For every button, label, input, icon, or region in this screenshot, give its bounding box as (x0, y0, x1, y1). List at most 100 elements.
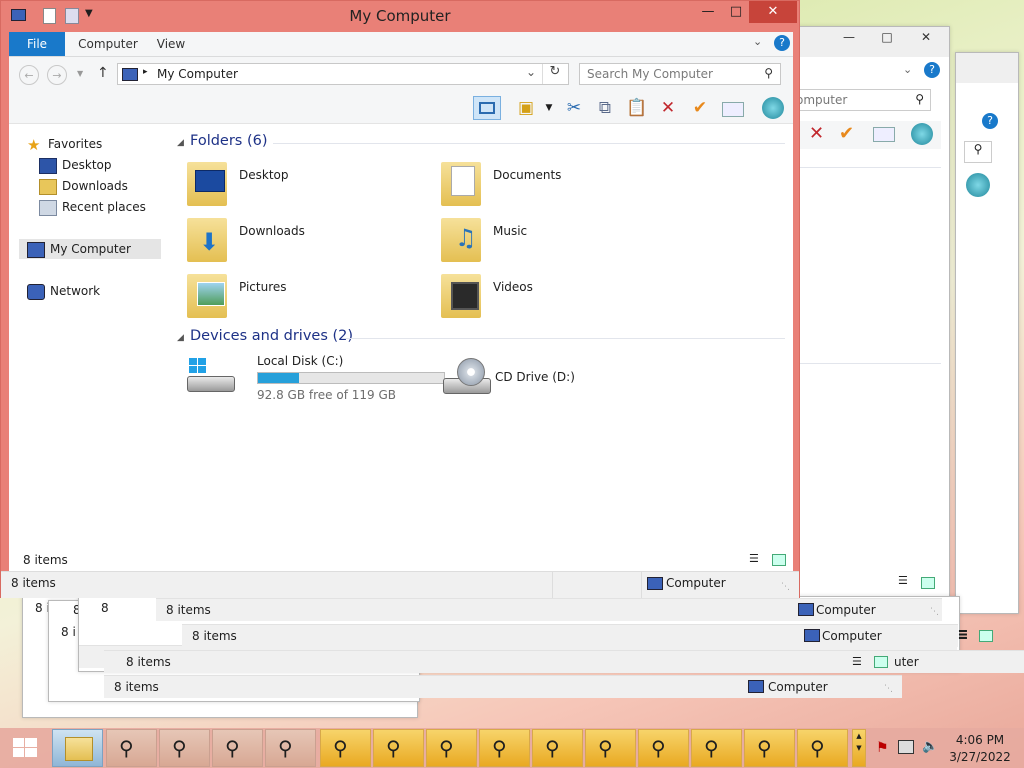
shell-icon[interactable] (911, 123, 933, 145)
clock-date[interactable]: 3/27/2022 (946, 750, 1014, 764)
address-bar[interactable]: ▸ My Computer ⌄ (117, 63, 569, 85)
copy-icon[interactable]: ⧉ (591, 96, 619, 120)
paste-icon[interactable]: 📋 (623, 96, 651, 120)
taskbar-search-folder[interactable]: ⚲ (691, 729, 742, 767)
nav-my-computer[interactable]: My Computer (19, 239, 161, 259)
clock-time[interactable]: 4:06 PM (946, 733, 1014, 747)
up-arrow-icon[interactable]: ↑ (97, 65, 109, 81)
preview-pane-icon[interactable] (473, 96, 501, 120)
background-window-2[interactable]: ? ⚲ (955, 52, 1019, 614)
taskbar-scroll[interactable]: ▲ ▼ (852, 729, 866, 767)
recent-locations-icon[interactable]: ▼ (77, 69, 83, 78)
ribbon-expand-icon[interactable]: ⌄ (753, 35, 762, 48)
speaker-muted-icon[interactable]: 🔈 (922, 739, 938, 754)
taskbar-search-folder[interactable]: ⚲ (159, 729, 210, 767)
breadcrumb[interactable]: My Computer (157, 67, 238, 81)
taskbar-search-folder[interactable]: ⚲ (479, 729, 530, 767)
card-icon[interactable] (719, 96, 747, 120)
back-button[interactable]: ← (19, 65, 39, 85)
network-icon[interactable] (898, 740, 914, 754)
drive-c[interactable]: Local Disk (C:) 92.8 GB free of 119 GB (187, 352, 447, 404)
taskbar-search-folder[interactable]: ⚲ (426, 729, 477, 767)
drive-d[interactable]: CD Drive (D:) (441, 352, 681, 404)
background-titlebar[interactable] (956, 53, 1018, 83)
status-count: 8 items (114, 680, 159, 694)
folder-desktop[interactable]: Desktop (187, 160, 427, 212)
close-button[interactable]: ✕ (749, 1, 797, 23)
nav-recent-places[interactable]: Recent places (39, 197, 146, 217)
details-view-icon[interactable]: ☰ (898, 574, 908, 587)
help-icon[interactable]: ? (774, 35, 790, 51)
status-count: 8 items (166, 603, 211, 617)
close-icon[interactable]: ✕ (903, 27, 949, 47)
details-view-icon[interactable]: ☰ (852, 655, 862, 668)
help-icon[interactable]: ? (982, 113, 998, 129)
search-input[interactable]: Search My Computer ⚲ (579, 63, 781, 85)
start-button[interactable] (0, 728, 48, 768)
address-dropdown-icon[interactable]: ⌄ (526, 65, 536, 79)
taskbar-search-folder[interactable]: ⚲ (320, 729, 371, 767)
collapse-icon[interactable]: ◢ (177, 333, 184, 343)
maximize-button[interactable]: □ (719, 1, 753, 23)
nav-desktop[interactable]: Desktop (39, 155, 112, 175)
tiles-view-icon[interactable] (874, 656, 888, 668)
taskbar-search-folder[interactable]: ⚲ (373, 729, 424, 767)
resize-grip-icon[interactable]: ⋱ (930, 607, 939, 617)
tiles-view-icon[interactable] (772, 554, 786, 566)
taskbar-search-folder[interactable]: ⚲ (638, 729, 689, 767)
folder-downloads[interactable]: ⬇ Downloads (187, 216, 427, 268)
tiles-view-icon[interactable] (921, 577, 935, 589)
status-bar: 8 items Computer ⋱ (104, 675, 902, 698)
delete-icon[interactable]: ✕ (654, 96, 682, 120)
title-bar[interactable]: ▼ My Computer — □ ✕ (1, 1, 799, 31)
status-count: 8 (101, 601, 109, 615)
card-icon[interactable] (873, 127, 895, 142)
resize-grip-icon[interactable]: ⋱ (781, 582, 790, 592)
taskbar-file-explorer[interactable] (52, 729, 103, 767)
details-view-icon[interactable]: ☰ (749, 552, 759, 565)
cut-icon[interactable]: ✂ (560, 96, 588, 120)
status-bar: 8 items ☰ uter (104, 650, 1024, 673)
taskbar-search-folder[interactable]: ⚲ (744, 729, 795, 767)
options-dropdown-icon[interactable]: ▼ (541, 96, 557, 120)
folder-videos[interactable]: Videos (441, 272, 681, 324)
taskbar-search-folder[interactable]: ⚲ (585, 729, 636, 767)
forward-button[interactable]: → (47, 65, 67, 85)
details-view-icon[interactable]: ☰ (958, 628, 968, 641)
folder-music[interactable]: ♫ Music (441, 216, 681, 268)
folder-documents[interactable]: Documents (441, 160, 681, 212)
search-folder-icon: ⚲ (598, 736, 613, 760)
refresh-button[interactable]: ↻ (542, 64, 567, 84)
action-center-flag-icon[interactable]: ⚑ (876, 740, 889, 756)
folder-pictures[interactable]: Pictures (187, 272, 427, 324)
nav-favorites[interactable]: ★ Favorites (27, 134, 102, 154)
taskbar-search-folder[interactable]: ⚲ (265, 729, 316, 767)
properties-icon[interactable]: ▣ (512, 96, 540, 120)
tab-computer[interactable]: Computer (71, 32, 145, 56)
delete-icon[interactable]: ✕ (809, 123, 824, 144)
breadcrumb-separator-icon[interactable]: ▸ (143, 67, 148, 77)
taskbar-search-folder[interactable]: ⚲ (532, 729, 583, 767)
taskbar-search-folder[interactable]: ⚲ (212, 729, 263, 767)
shell-icon[interactable] (966, 173, 990, 197)
taskbar-search-folder[interactable]: ⚲ (797, 729, 848, 767)
nav-downloads[interactable]: Downloads (39, 176, 128, 196)
tab-view[interactable]: View (149, 32, 193, 56)
resize-grip-icon[interactable]: ⋱ (884, 684, 893, 694)
check-icon[interactable]: ✔ (686, 96, 714, 120)
tab-file[interactable]: File (9, 32, 65, 56)
group-header-drives[interactable]: Devices and drives (2) (190, 328, 353, 344)
check-icon[interactable]: ✔ (839, 123, 854, 144)
computer-icon (27, 241, 45, 258)
my-computer-window[interactable]: ▼ My Computer — □ ✕ File Computer View ⌄… (0, 0, 800, 598)
tiles-view-icon[interactable] (979, 630, 993, 642)
nav-network[interactable]: Network (27, 281, 100, 301)
group-header-folders[interactable]: Folders (6) (190, 133, 268, 149)
help-icon[interactable]: ? (924, 62, 940, 78)
shell-icon[interactable] (759, 96, 787, 120)
dropdown-chevron-icon[interactable]: ⌄ (903, 63, 912, 76)
search-input[interactable]: omputer ⚲ (789, 89, 931, 111)
collapse-icon[interactable]: ◢ (177, 138, 184, 148)
background-window-1[interactable]: — □ ✕ ⌄ ? omputer ⚲ ✕ ✔ (780, 26, 950, 648)
taskbar-search-folder[interactable]: ⚲ (106, 729, 157, 767)
